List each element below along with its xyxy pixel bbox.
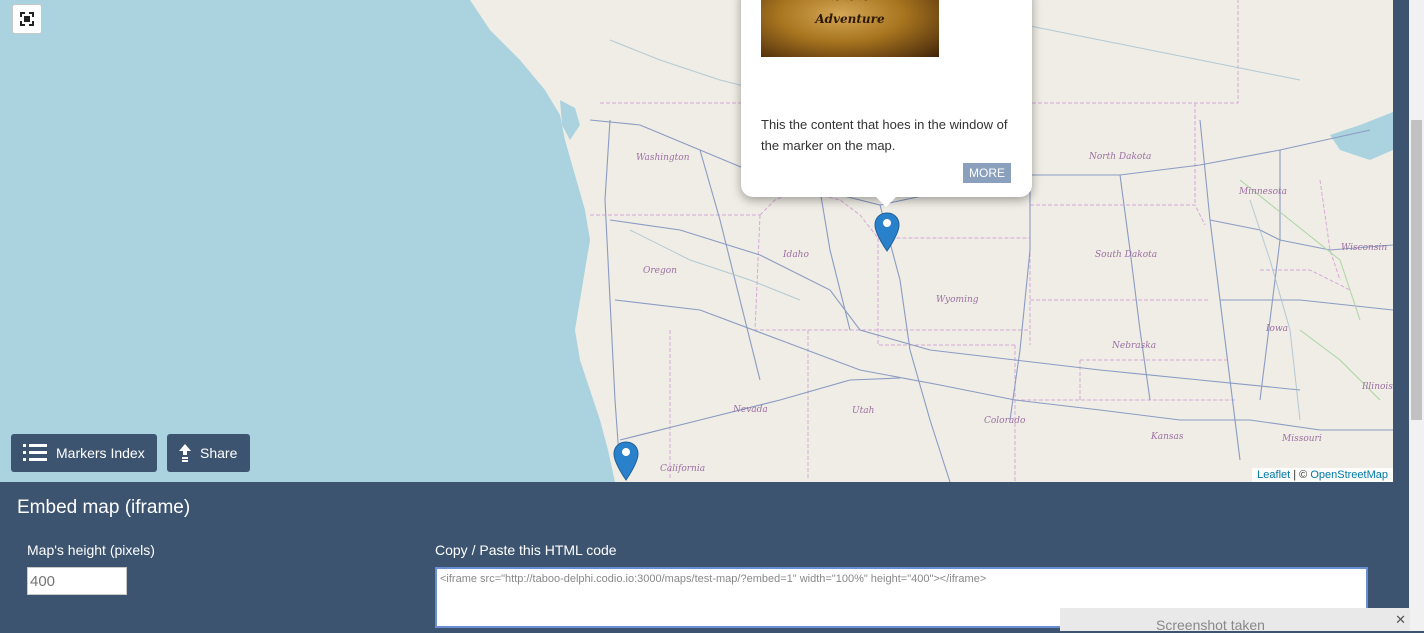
popup-tip bbox=[876, 197, 896, 207]
state-label-idaho: Idaho bbox=[783, 250, 809, 260]
map-marker[interactable] bbox=[613, 441, 639, 481]
state-label-south-dakota: South Dakota bbox=[1095, 250, 1158, 260]
state-label-iowa: Iowa bbox=[1266, 324, 1289, 334]
share-button[interactable]: Share bbox=[167, 434, 250, 472]
map-marker[interactable] bbox=[874, 212, 900, 252]
popup-image: ~ ~ ~ Adventure bbox=[761, 0, 939, 57]
state-label-north-dakota: North Dakota bbox=[1089, 152, 1152, 162]
list-icon bbox=[23, 444, 47, 462]
more-button[interactable]: MORE bbox=[963, 163, 1011, 183]
share-label: Share bbox=[200, 445, 238, 461]
marker-popup: ~ ~ ~ Adventure This the content that ho… bbox=[741, 0, 1032, 207]
state-label-colorado: Colorado bbox=[984, 416, 1026, 426]
state-label-california: California bbox=[660, 464, 706, 474]
state-label-missouri: Missouri bbox=[1282, 434, 1322, 444]
popup-image-caption-top: ~ ~ ~ bbox=[761, 0, 939, 6]
markers-index-label: Markers Index bbox=[56, 445, 145, 461]
state-label-nevada: Nevada bbox=[733, 405, 768, 415]
popup-image-caption: Adventure bbox=[815, 12, 885, 26]
leaflet-link[interactable]: Leaflet bbox=[1257, 469, 1290, 481]
page-scrollbar[interactable] bbox=[1409, 0, 1424, 631]
fullscreen-icon bbox=[20, 12, 34, 26]
state-label-nebraska: Nebraska bbox=[1112, 341, 1157, 351]
toast-close-icon[interactable]: ✕ bbox=[1395, 612, 1406, 628]
state-label-utah: Utah bbox=[852, 406, 875, 416]
state-label-kansas: Kansas bbox=[1151, 432, 1184, 442]
map-height-input[interactable] bbox=[27, 567, 127, 595]
map-tiles bbox=[0, 0, 1393, 482]
marker-pin-icon bbox=[613, 441, 639, 481]
state-label-minnesota: Minnesota bbox=[1239, 187, 1288, 197]
openstreetmap-link[interactable]: OpenStreetMap bbox=[1310, 469, 1388, 481]
scrollbar-thumb[interactable] bbox=[1411, 120, 1422, 420]
state-label-oregon: Oregon bbox=[643, 266, 677, 276]
embed-title: Embed map (iframe) bbox=[17, 497, 191, 518]
marker-pin-icon bbox=[874, 212, 900, 252]
html-code-label: Copy / Paste this HTML code bbox=[435, 542, 617, 558]
markers-index-button[interactable]: Markers Index bbox=[11, 434, 157, 472]
state-label-wyoming: Wyoming bbox=[936, 295, 979, 305]
share-upload-icon bbox=[179, 444, 191, 462]
state-label-illinois: Illinois bbox=[1362, 382, 1393, 392]
map[interactable]: Washington Oregon Idaho Nevada Californi… bbox=[0, 0, 1393, 482]
map-attribution: Leaflet | © OpenStreetMap bbox=[1252, 468, 1393, 482]
map-height-label: Map's height (pixels) bbox=[27, 542, 155, 558]
state-label-washington: Washington bbox=[636, 153, 690, 163]
popup-content: This the content that hoes in the window… bbox=[761, 117, 1008, 153]
state-label-wisconsin: Wisconsin bbox=[1341, 243, 1388, 253]
attribution-separator: | © bbox=[1290, 469, 1311, 481]
fullscreen-button[interactable] bbox=[12, 4, 42, 34]
screenshot-toast: Screenshot taken ✕ bbox=[1060, 608, 1410, 633]
